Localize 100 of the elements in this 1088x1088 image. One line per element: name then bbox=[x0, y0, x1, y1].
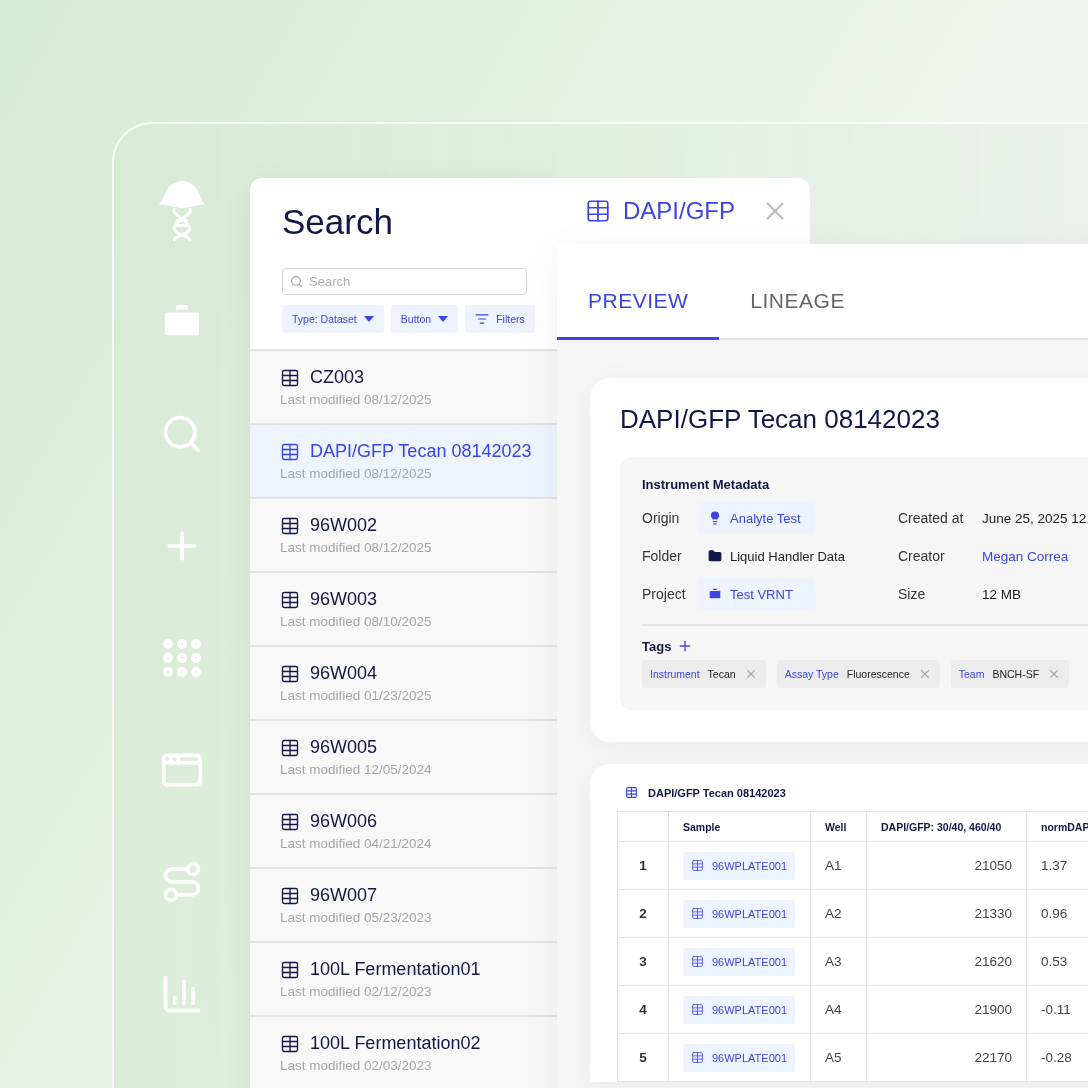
tab-title: DAPI/GFP bbox=[623, 197, 736, 225]
row-number: 4 bbox=[617, 985, 669, 1034]
table-icon bbox=[691, 955, 704, 968]
table-title: DAPI/GFP Tecan 08142023 bbox=[648, 786, 786, 799]
result-name: 96W005 bbox=[310, 737, 378, 758]
sample-link[interactable]: 96WPLATE001 bbox=[683, 995, 795, 1024]
dropdown-button[interactable]: Button bbox=[390, 305, 459, 333]
result-item[interactable]: 96W004 Last modified 01/23/2025 bbox=[250, 647, 557, 721]
modified-date: Last modified 02/03/2023 bbox=[280, 1058, 433, 1073]
table-icon bbox=[280, 811, 300, 832]
sample-link[interactable]: 96WPLATE001 bbox=[683, 851, 795, 880]
meta-label: Folder bbox=[642, 548, 683, 564]
table-icon bbox=[280, 441, 300, 462]
result-item[interactable]: CZ003 Last modified 08/12/2025 bbox=[250, 351, 557, 425]
folder-icon bbox=[708, 549, 722, 563]
tag-key: Assay Type bbox=[784, 668, 839, 680]
result-item[interactable]: 96W003 Last modified 08/10/2025 bbox=[250, 573, 557, 647]
table-icon bbox=[691, 1051, 704, 1064]
result-item[interactable]: 96W005 Last modified 12/05/2024 bbox=[250, 721, 557, 795]
search-icon bbox=[290, 275, 303, 288]
result-item[interactable]: 96W007 Last modified 05/23/2023 bbox=[250, 869, 557, 943]
panel-title: Search bbox=[282, 202, 394, 242]
origin-chip[interactable]: Analyte Test bbox=[698, 502, 815, 534]
column-header: DAPI/GFP: 30/40, 460/40 bbox=[866, 811, 1027, 842]
modified-date: Last modified 04/21/2024 bbox=[280, 836, 433, 851]
sample-link[interactable]: 96WPLATE001 bbox=[683, 1043, 795, 1072]
table-cell: A5 bbox=[810, 1033, 867, 1082]
row-number: 5 bbox=[617, 1033, 669, 1082]
result-name: 96W003 bbox=[310, 589, 378, 610]
result-item[interactable]: 100L Fermentation02 Last modified 02/03/2023 bbox=[250, 1017, 557, 1088]
table-icon bbox=[280, 367, 300, 388]
result-item[interactable]: 100L Fermentation01 Last modified 02/12/2023 bbox=[250, 943, 557, 1017]
view-tab[interactable]: PREVIEW bbox=[557, 289, 720, 340]
modified-date: Last modified 01/23/2025 bbox=[280, 688, 433, 703]
metadata-title: Instrument Metadata bbox=[642, 477, 771, 492]
table-icon bbox=[691, 859, 704, 872]
table-cell: 21620 bbox=[866, 937, 1027, 986]
table-icon bbox=[691, 907, 704, 920]
modified-date: Last modified 02/12/2023 bbox=[280, 984, 433, 999]
filter-icon bbox=[475, 312, 490, 326]
folder-link[interactable]: Liquid Handler Data bbox=[698, 548, 855, 564]
table-icon bbox=[280, 663, 300, 684]
row-number: 2 bbox=[617, 889, 669, 938]
tag-value: BNCH-SF bbox=[992, 668, 1040, 680]
meta-label: Created at bbox=[898, 510, 965, 526]
column-header: Sample bbox=[668, 811, 811, 842]
modified-date: Last modified 08/12/2025 bbox=[280, 466, 433, 481]
meta-label: Origin bbox=[642, 510, 681, 526]
meta-value: June 25, 2025 12 bbox=[982, 510, 1087, 526]
table-cell: 21050 bbox=[866, 841, 1027, 890]
column-header: Well bbox=[810, 811, 867, 842]
tag-key: Team bbox=[958, 668, 985, 680]
project-chip[interactable]: Test VRNT bbox=[698, 578, 815, 610]
result-name: 96W007 bbox=[310, 885, 378, 906]
view-tab[interactable]: LINEAGE bbox=[719, 289, 876, 340]
tags-label: Tags bbox=[642, 638, 672, 654]
table-icon bbox=[280, 737, 300, 758]
row-number: 1 bbox=[617, 841, 669, 890]
result-name: 96W004 bbox=[310, 663, 378, 684]
table-cell: A2 bbox=[810, 889, 867, 938]
result-name: CZ003 bbox=[310, 367, 365, 388]
search-field[interactable]: Search bbox=[282, 268, 527, 295]
table-icon bbox=[280, 885, 300, 906]
result-item[interactable]: DAPI/GFP Tecan 08142023 Last modified 08/12/2025 bbox=[250, 425, 557, 499]
table-cell: 21900 bbox=[866, 985, 1027, 1034]
table-cell: A3 bbox=[810, 937, 867, 986]
tag-value: Tecan bbox=[707, 668, 736, 680]
creator-link[interactable]: Megan Correa bbox=[982, 548, 1069, 564]
table-cell: 21330 bbox=[866, 889, 1027, 938]
table-cell: A1 bbox=[810, 841, 867, 890]
open-tab[interactable]: DAPI/GFP bbox=[557, 178, 810, 244]
modified-date: Last modified 08/12/2025 bbox=[280, 392, 433, 407]
caret-icon bbox=[438, 316, 449, 322]
filters-button[interactable]: Filters bbox=[465, 305, 535, 333]
result-item[interactable]: 96W006 Last modified 04/21/2024 bbox=[250, 795, 557, 869]
modified-date: Last modified 08/12/2025 bbox=[280, 540, 433, 555]
caret-icon bbox=[363, 316, 374, 322]
table-icon bbox=[280, 959, 300, 980]
table-icon bbox=[691, 1003, 704, 1016]
result-name: 100L Fermentation02 bbox=[310, 1033, 481, 1054]
table-icon bbox=[625, 786, 638, 799]
result-name: 100L Fermentation01 bbox=[310, 959, 481, 980]
table-icon bbox=[280, 1033, 300, 1054]
result-name: 96W006 bbox=[310, 811, 378, 832]
table-icon bbox=[585, 198, 611, 224]
modified-date: Last modified 08/10/2025 bbox=[280, 614, 433, 629]
briefcase-icon bbox=[708, 587, 722, 601]
modified-date: Last modified 05/23/2023 bbox=[280, 910, 433, 925]
dropdown-button[interactable]: Type: Dataset bbox=[282, 305, 384, 333]
row-number: 3 bbox=[617, 937, 669, 986]
table-icon bbox=[280, 515, 300, 536]
lightbulb-icon bbox=[708, 511, 722, 525]
meta-label: Size bbox=[898, 586, 927, 602]
meta-label: Project bbox=[642, 586, 687, 602]
modified-date: Last modified 12/05/2024 bbox=[280, 762, 433, 777]
table-cell: 22170 bbox=[866, 1033, 1027, 1082]
sample-link[interactable]: 96WPLATE001 bbox=[683, 947, 795, 976]
result-name: 96W002 bbox=[310, 515, 378, 536]
sample-link[interactable]: 96WPLATE001 bbox=[683, 899, 795, 928]
result-item[interactable]: 96W002 Last modified 08/12/2025 bbox=[250, 499, 557, 573]
